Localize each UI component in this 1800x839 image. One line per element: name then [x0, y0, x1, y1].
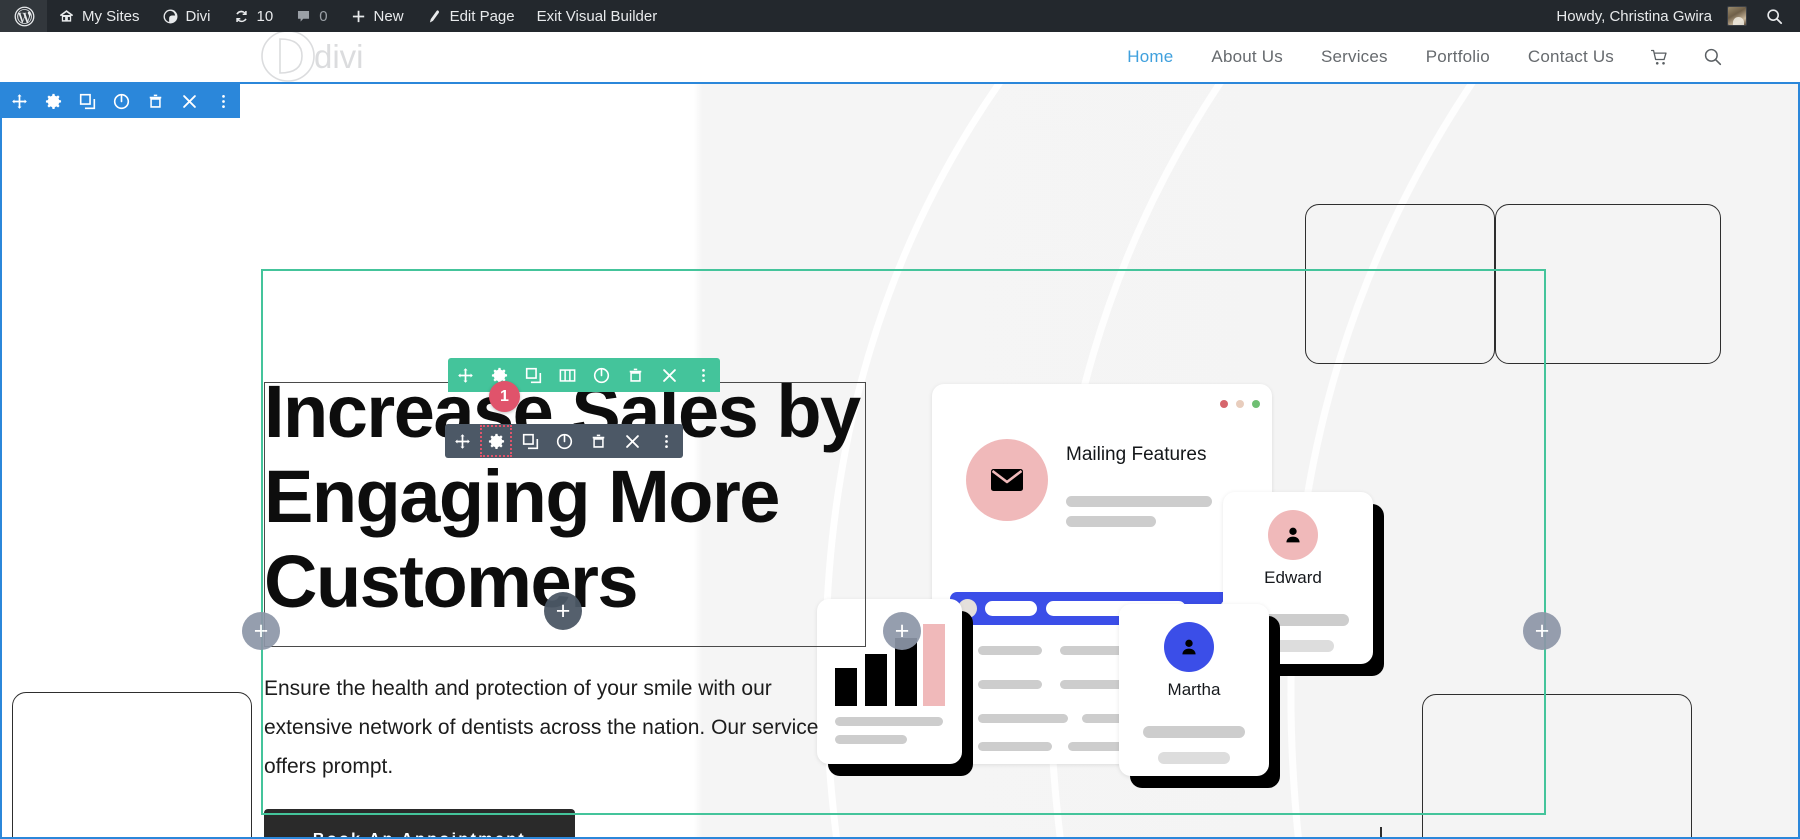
search-icon — [1765, 7, 1784, 26]
decor-box-bottom-left — [12, 692, 252, 839]
wordpress-logo-icon — [14, 6, 35, 27]
admin-bar-label-exit-visual-builder: Exit Visual Builder — [537, 8, 658, 25]
admin-bar-item-my-sites[interactable]: My Sites — [47, 0, 151, 32]
page-canvas: Mailing Features — [0, 82, 1800, 839]
add-module-right-button[interactable]: + — [1523, 612, 1561, 650]
nav-link-services[interactable]: Services — [1302, 47, 1407, 67]
admin-bar-label-updates: 10 — [257, 8, 274, 25]
step-badge-1: 1 — [489, 381, 520, 412]
row-more-button[interactable] — [686, 358, 720, 392]
wp-admin-bar: My Sites Divi 10 0 New Edit Page Exit Vi… — [0, 0, 1800, 32]
divi-icon — [162, 8, 179, 25]
admin-bar-item-exit-visual-builder[interactable]: Exit Visual Builder — [526, 0, 669, 32]
main-nav: Home About Us Services Portfolio Contact… — [1108, 32, 1800, 82]
divi-section[interactable]: Mailing Features — [0, 82, 1800, 839]
nav-link-home[interactable]: Home — [1108, 47, 1192, 67]
row-toolbar — [448, 358, 720, 392]
module-settings-button[interactable] — [479, 424, 513, 458]
avatar — [1727, 6, 1747, 26]
howdy-label: Howdy, Christina Gwira — [1556, 8, 1712, 25]
nav-link-about-us[interactable]: About Us — [1192, 47, 1302, 67]
module-more-button[interactable] — [649, 424, 683, 458]
drag-section-button[interactable] — [2, 84, 36, 118]
admin-bar-label-new: New — [374, 8, 404, 25]
admin-bar-item-updates[interactable]: 10 — [222, 0, 285, 32]
admin-bar-item-search[interactable] — [1751, 0, 1800, 32]
nav-link-contact-us[interactable]: Contact Us — [1509, 47, 1633, 67]
admin-bar-item-divi[interactable]: Divi — [151, 0, 222, 32]
add-module-right-inner-button[interactable]: + — [883, 612, 921, 650]
delete-module-button[interactable] — [581, 424, 615, 458]
module-toolbar — [445, 424, 683, 458]
nav-link-portfolio[interactable]: Portfolio — [1407, 47, 1509, 67]
duplicate-module-button[interactable] — [513, 424, 547, 458]
updates-icon — [233, 8, 250, 25]
admin-bar-label-comments: 0 — [319, 8, 327, 25]
duplicate-section-button[interactable] — [70, 84, 104, 118]
delete-row-button[interactable] — [618, 358, 652, 392]
admin-bar-label-divi: Divi — [186, 8, 211, 25]
section-more-button[interactable] — [206, 84, 240, 118]
disable-module-button[interactable] — [547, 424, 581, 458]
add-module-left-button[interactable]: + — [242, 612, 280, 650]
comments-icon — [295, 8, 312, 25]
site-header: divi Home About Us Services Portfolio Co… — [0, 32, 1800, 82]
admin-bar-item-edit-page[interactable]: Edit Page — [415, 0, 526, 32]
disable-section-button[interactable] — [104, 84, 138, 118]
drag-row-button[interactable] — [448, 358, 482, 392]
shopping-cart-icon[interactable] — [1633, 47, 1686, 68]
disable-row-button[interactable] — [584, 358, 618, 392]
pencil-icon — [426, 8, 443, 25]
duplicate-row-button[interactable] — [516, 358, 550, 392]
admin-bar-item-new[interactable]: New — [339, 0, 415, 32]
plus-icon — [350, 8, 367, 25]
section-toolbar — [2, 84, 240, 118]
collapse-module-button[interactable] — [615, 424, 649, 458]
search-icon[interactable] — [1686, 46, 1740, 68]
section-settings-button[interactable] — [36, 84, 70, 118]
collapse-row-button[interactable] — [652, 358, 686, 392]
admin-bar-label-my-sites: My Sites — [82, 8, 140, 25]
admin-bar-account-area: Howdy, Christina Gwira — [1545, 0, 1800, 32]
svg-text:divi: divi — [314, 38, 364, 75]
delete-section-button[interactable] — [138, 84, 172, 118]
add-module-center-button[interactable]: + — [544, 592, 582, 630]
admin-bar-item-comments[interactable]: 0 — [284, 0, 338, 32]
row-columns-button[interactable] — [550, 358, 584, 392]
my-sites-icon — [58, 8, 75, 25]
divi-logo[interactable]: divi — [258, 28, 398, 84]
drag-module-button[interactable] — [445, 424, 479, 458]
collapse-section-button[interactable] — [172, 84, 206, 118]
admin-bar-item-wordpress[interactable] — [0, 0, 47, 32]
admin-bar-item-howdy[interactable]: Howdy, Christina Gwira — [1545, 0, 1751, 32]
admin-bar-label-edit-page: Edit Page — [450, 8, 515, 25]
divi-row-outline[interactable] — [261, 269, 1546, 815]
